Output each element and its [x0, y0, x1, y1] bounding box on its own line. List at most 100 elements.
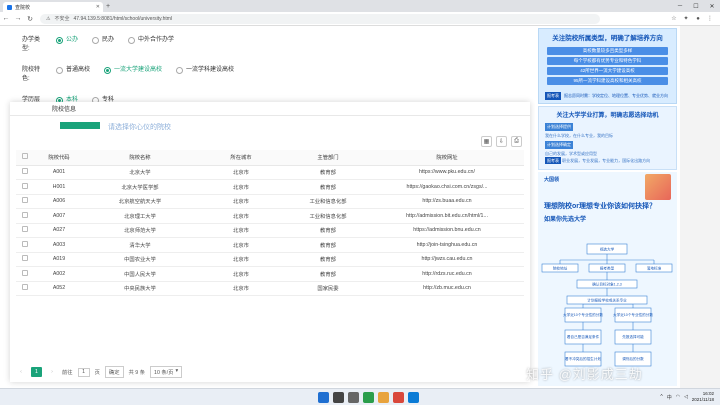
goto-page-input[interactable]: 1: [77, 367, 90, 377]
start-icon[interactable]: [318, 392, 329, 403]
browser-tab[interactable]: 查院校 ✕: [3, 2, 103, 12]
table-cell: A052: [34, 281, 84, 296]
table-cell[interactable]: http://join-tsinghua.edu.cn: [370, 237, 524, 253]
address-url[interactable]: 47.94.139.5:8081/html/school/university.…: [74, 16, 173, 22]
next-page-icon[interactable]: ›: [47, 367, 57, 377]
row-checkbox-cell[interactable]: [16, 281, 34, 296]
row-checkbox-cell[interactable]: [16, 252, 34, 267]
filter-columns-icon[interactable]: ▦: [481, 136, 492, 147]
table-row[interactable]: A001 北京大学 北京市 教育部 https://www.pku.edu.cn/: [16, 165, 524, 180]
radio-icon: [176, 67, 184, 74]
table-row[interactable]: A027 北京师范大学 北京市 教育部 https://admission.bnu.ed…: [16, 223, 524, 238]
radio-option-public[interactable]: 公办: [56, 36, 78, 45]
maximize-icon[interactable]: ☐: [688, 0, 704, 12]
forward-icon[interactable]: →: [12, 13, 24, 25]
reload-icon[interactable]: ↻: [24, 13, 36, 25]
chrome-icon[interactable]: [363, 392, 374, 403]
close-tab-icon[interactable]: ✕: [96, 4, 100, 10]
new-tab-icon[interactable]: +: [106, 3, 110, 10]
volume-icon[interactable]: ◁: [684, 394, 688, 401]
column-header: 院校名称: [84, 150, 196, 166]
row-checkbox-cell[interactable]: [16, 223, 34, 238]
clock[interactable]: 16:02 2021/11/18: [692, 391, 714, 403]
row-checkbox-cell[interactable]: [16, 194, 34, 209]
radio-option-joint[interactable]: 中外合作办学: [128, 36, 174, 45]
table-row[interactable]: A007 北京理工大学 北京市 工业和信息化部 http://admission.bit…: [16, 208, 524, 224]
table-cell[interactable]: http://zs.buaa.edu.cn: [370, 194, 524, 209]
ad-line-text: 职业发展，专业发展，专业能力，国际化出路方向: [562, 158, 651, 163]
tab-school-info[interactable]: 院校信息: [52, 104, 76, 113]
radio-option-first-class-university[interactable]: 一流大学建设高校: [104, 66, 162, 75]
header-checkbox-cell[interactable]: [16, 150, 34, 166]
row-checkbox[interactable]: [22, 284, 28, 291]
table-cell[interactable]: http://zb.muc.edu.cn: [370, 281, 524, 296]
radio-option-private[interactable]: 民办: [92, 36, 114, 45]
table-cell[interactable]: https://gaokao.chsi.com.cn/zsgs/...: [370, 179, 524, 195]
table-row[interactable]: H001 北京大学医学部 北京市 教育部 https://gaokao.chsi.com…: [16, 179, 524, 195]
export-icon[interactable]: ⇩: [496, 136, 507, 147]
row-checkbox-cell[interactable]: [16, 179, 34, 195]
task-view-icon[interactable]: [348, 392, 359, 403]
accent-bar: [60, 122, 100, 129]
profile-icon[interactable]: ●: [694, 15, 702, 23]
table-cell[interactable]: https://www.pku.edu.cn/: [370, 165, 524, 180]
address-bar[interactable]: ⚠ 不安全 47.94.139.5:8081/html/school/unive…: [40, 13, 600, 24]
ad-banner-choice-flow[interactable]: 大国领 理想院校or理想专业你该如何抉择？ 如果你先选大学 视选大学 院校地址 …: [538, 172, 677, 386]
row-checkbox[interactable]: [22, 168, 28, 175]
back-icon[interactable]: ←: [0, 13, 12, 25]
row-checkbox-cell[interactable]: [16, 165, 34, 180]
bookmark-star-icon[interactable]: ☆: [670, 15, 678, 23]
table-cell: 教育部: [286, 237, 370, 253]
file-explorer-icon[interactable]: [378, 392, 389, 403]
edge-icon[interactable]: [408, 392, 419, 403]
table-row[interactable]: A006 北京航空航天大学 北京市 工业和信息化部 http://zs.buaa.edu…: [16, 194, 524, 209]
search-icon[interactable]: [333, 392, 344, 403]
app-icon[interactable]: [393, 392, 404, 403]
ad-line: 高校数量较多且类型多样: [547, 47, 668, 55]
select-all-checkbox[interactable]: [22, 153, 28, 160]
table-row[interactable]: A052 中央民族大学 北京市 国家民委 http://zb.muc.edu.cn: [16, 281, 524, 296]
row-checkbox[interactable]: [22, 255, 28, 262]
row-checkbox-cell[interactable]: [16, 237, 34, 253]
row-checkbox[interactable]: [22, 269, 28, 276]
minimize-icon[interactable]: ─: [672, 0, 688, 12]
table-row[interactable]: A019 中国农业大学 北京市 教育部 http://jwzs.cau.edu.cn: [16, 252, 524, 267]
row-checkbox[interactable]: [22, 197, 28, 204]
radio-option-first-class-discipline[interactable]: 一流学科建设高校: [176, 66, 234, 75]
chevron-up-icon[interactable]: ^: [660, 394, 662, 401]
confirm-button[interactable]: 确定: [104, 366, 124, 378]
row-checkbox[interactable]: [22, 182, 28, 189]
ad-tag: 报考表: [545, 157, 561, 164]
close-window-icon[interactable]: ✕: [704, 0, 720, 12]
favicon-icon: [7, 4, 12, 10]
page-size-select[interactable]: 10 条/页 ▾: [150, 366, 183, 378]
ime-indicator[interactable]: 中: [667, 394, 672, 401]
extensions-icon[interactable]: ✦: [682, 15, 690, 23]
ad-banner-study-plan[interactable]: 关注大学学业打算，明确志愿选择动机 计划选择提供 我在什么学校，在什么专业，我的…: [538, 106, 677, 170]
print-icon[interactable]: ⎙: [511, 136, 522, 147]
row-checkbox[interactable]: [22, 226, 28, 233]
prev-page-icon[interactable]: ‹: [16, 367, 26, 377]
flow-node-label: 看不冲突后的招生计划: [565, 356, 601, 361]
table-row[interactable]: A002 中国人民大学 北京市 教育部 http://rdzs.ruc.edu.cn: [16, 266, 524, 282]
ad-banner-school-type[interactable]: 关注院校所属类型，明确了解培养方向 高校数量较多且类型多样 每个学校都有优势专业…: [538, 28, 677, 104]
table-cell[interactable]: http://admission.bit.edu.cn/html/1...: [370, 208, 524, 224]
table-cell[interactable]: https://admission.bnu.edu.cn: [370, 223, 524, 238]
page-unit: 页: [94, 370, 100, 376]
row-checkbox-cell[interactable]: [16, 266, 34, 282]
row-checkbox[interactable]: [22, 211, 28, 218]
ad-line: 每个学校都有优势专业和特色学科: [547, 57, 668, 65]
radio-option-general[interactable]: 普通高校: [56, 66, 90, 75]
table-cell[interactable]: http://rdzs.ruc.edu.cn: [370, 266, 524, 282]
table-cell: 北京市: [196, 165, 286, 180]
row-checkbox[interactable]: [22, 240, 28, 247]
not-secure-icon: ⚠: [46, 15, 51, 22]
wifi-icon[interactable]: ◠: [676, 394, 680, 401]
table-cell: 北京大学: [84, 165, 196, 180]
current-page[interactable]: 1: [31, 367, 42, 377]
row-checkbox-cell[interactable]: [16, 208, 34, 224]
menu-icon[interactable]: ⋮: [706, 15, 714, 23]
table-cell: 北京市: [196, 194, 286, 209]
table-cell[interactable]: http://jwzs.cau.edu.cn: [370, 252, 524, 267]
table-row[interactable]: A003 清华大学 北京市 教育部 http://join-tsinghua.edu.c…: [16, 237, 524, 253]
